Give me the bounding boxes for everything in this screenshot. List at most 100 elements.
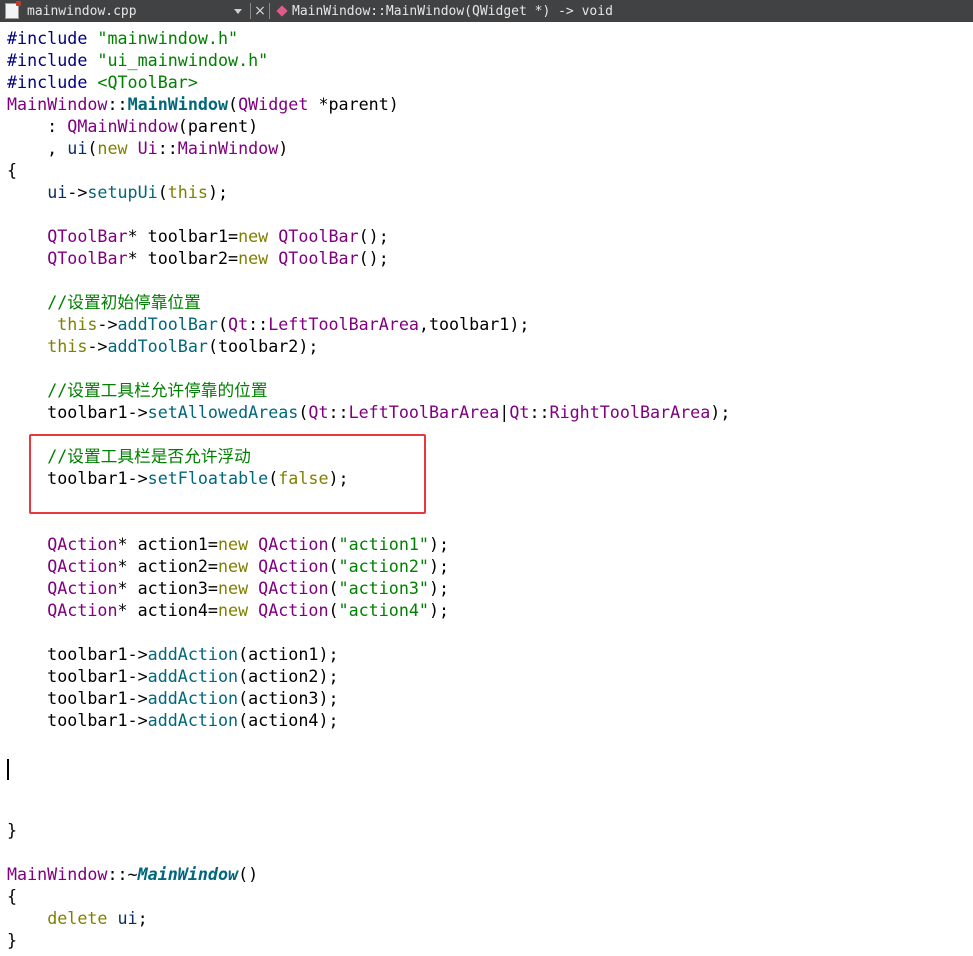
code-line[interactable]: } bbox=[7, 929, 730, 951]
code-token: :: bbox=[328, 402, 349, 422]
code-token: LeftToolBarArea bbox=[348, 402, 500, 422]
code-line[interactable] bbox=[7, 753, 730, 775]
code-comment: //设置初始停靠位置 bbox=[47, 292, 201, 312]
code-token: addToolBar bbox=[107, 336, 208, 356]
code-token: :: bbox=[529, 402, 550, 422]
code-line[interactable]: this->addToolBar(toolbar2); bbox=[7, 335, 730, 357]
code-token: ,toolbar1); bbox=[418, 314, 530, 334]
code-token: QWidget bbox=[238, 94, 309, 114]
code-token: this bbox=[57, 314, 98, 334]
function-symbol-dropdown[interactable]: MainWindow::MainWindow(QWidget *) -> voi… bbox=[292, 4, 613, 19]
code-line[interactable]: toolbar1->addAction(action3); bbox=[7, 687, 730, 709]
code-token: * toolbar2= bbox=[127, 248, 239, 268]
code-line[interactable]: delete ui; bbox=[7, 907, 730, 929]
code-line[interactable] bbox=[7, 797, 730, 819]
code-line[interactable] bbox=[7, 731, 730, 753]
code-token: ); bbox=[428, 600, 450, 620]
code-token: ui bbox=[67, 138, 88, 158]
code-line[interactable] bbox=[7, 775, 730, 797]
code-token: *parent) bbox=[308, 94, 399, 114]
code-token: RightToolBarArea bbox=[549, 402, 711, 422]
cpp-file-icon bbox=[5, 1, 21, 19]
code-token: delete bbox=[47, 908, 108, 928]
code-token: (action2); bbox=[238, 666, 339, 686]
code-token: :: bbox=[248, 314, 269, 334]
code-line[interactable]: #include "mainwindow.h" bbox=[7, 27, 730, 49]
code-line[interactable] bbox=[7, 841, 730, 863]
code-line[interactable]: #include <QToolBar> bbox=[7, 71, 730, 93]
code-token: ( bbox=[157, 182, 168, 202]
code-token: -> bbox=[67, 182, 88, 202]
code-line[interactable]: MainWindow::~MainWindow() bbox=[7, 863, 730, 885]
code-editor[interactable]: #include "mainwindow.h" #include "ui_main… bbox=[0, 22, 973, 956]
code-token: () bbox=[238, 864, 259, 884]
code-line[interactable]: QAction* action3=new QAction("action3"); bbox=[7, 577, 730, 599]
code-line[interactable]: { bbox=[7, 159, 730, 181]
code-token: QAction bbox=[47, 534, 118, 554]
code-line[interactable]: QAction* action4=new QAction("action4"); bbox=[7, 599, 730, 621]
code-line[interactable]: toolbar1->addAction(action1); bbox=[7, 643, 730, 665]
code-token: ); bbox=[207, 182, 229, 202]
code-line[interactable]: MainWindow::MainWindow(QWidget *parent) bbox=[7, 93, 730, 115]
code-line[interactable]: //设置初始停靠位置 bbox=[7, 291, 730, 313]
code-token: , bbox=[7, 138, 68, 158]
code-line[interactable]: QAction* action2=new QAction("action2"); bbox=[7, 555, 730, 577]
code-line[interactable]: } bbox=[7, 819, 730, 841]
chevron-down-icon[interactable] bbox=[234, 8, 242, 14]
code-line[interactable]: ui->setupUi(this); bbox=[7, 181, 730, 203]
file-name-dropdown[interactable]: mainwindow.cpp bbox=[27, 4, 232, 19]
code-line[interactable] bbox=[7, 203, 730, 225]
code-token: toolbar1-> bbox=[7, 402, 148, 422]
code-line[interactable] bbox=[7, 357, 730, 379]
code-token: addAction bbox=[147, 666, 239, 686]
code-token: ( bbox=[217, 314, 229, 334]
code-token: QToolBar bbox=[278, 226, 359, 246]
close-document-button[interactable]: × bbox=[251, 3, 269, 19]
code-token: QAction bbox=[258, 578, 329, 598]
code-token: ui bbox=[117, 908, 138, 928]
code-line[interactable] bbox=[7, 621, 730, 643]
code-token: "action1" bbox=[338, 534, 429, 554]
code-line[interactable]: QAction* action1=new QAction("action1"); bbox=[7, 533, 730, 555]
code-token: new bbox=[217, 534, 249, 554]
code-token: MainWindow bbox=[127, 94, 229, 114]
code-token: new bbox=[238, 248, 269, 268]
code-line[interactable]: , ui(new Ui::MainWindow) bbox=[7, 137, 730, 159]
code-token: "action4" bbox=[338, 600, 429, 620]
text-cursor bbox=[7, 759, 9, 780]
code-token: -> bbox=[97, 314, 118, 334]
code-token: :: bbox=[107, 94, 128, 114]
code-line[interactable]: toolbar1->addAction(action4); bbox=[7, 709, 730, 731]
code-line[interactable]: //设置工具栏允许停靠的位置 bbox=[7, 379, 730, 401]
code-token: ); bbox=[428, 534, 450, 554]
code-token: (action3); bbox=[238, 688, 339, 708]
code-token: ); bbox=[428, 578, 450, 598]
code-line[interactable]: QToolBar* toolbar2=new QToolBar(); bbox=[7, 247, 730, 269]
code-token: "action2" bbox=[338, 556, 429, 576]
code-line[interactable]: : QMainWindow(parent) bbox=[7, 115, 730, 137]
code-line[interactable] bbox=[7, 511, 730, 533]
code-line[interactable] bbox=[7, 269, 730, 291]
code-token: ) bbox=[278, 138, 289, 158]
code-token: QToolBar bbox=[47, 226, 128, 246]
code-token: #include bbox=[7, 50, 98, 70]
code-line[interactable]: toolbar1->setAllowedAreas(Qt::LeftToolBa… bbox=[7, 401, 730, 423]
code-line[interactable]: toolbar1->addAction(action2); bbox=[7, 665, 730, 687]
code-line[interactable]: this->addToolBar(Qt::LeftToolBarArea,too… bbox=[7, 313, 730, 335]
code-token: #include bbox=[7, 72, 98, 92]
code-line[interactable]: QToolBar* toolbar1=new QToolBar(); bbox=[7, 225, 730, 247]
code-line[interactable]: { bbox=[7, 885, 730, 907]
code-line[interactable]: #include "ui_mainwindow.h" bbox=[7, 49, 730, 71]
code-token: toolbar1-> bbox=[7, 644, 148, 664]
